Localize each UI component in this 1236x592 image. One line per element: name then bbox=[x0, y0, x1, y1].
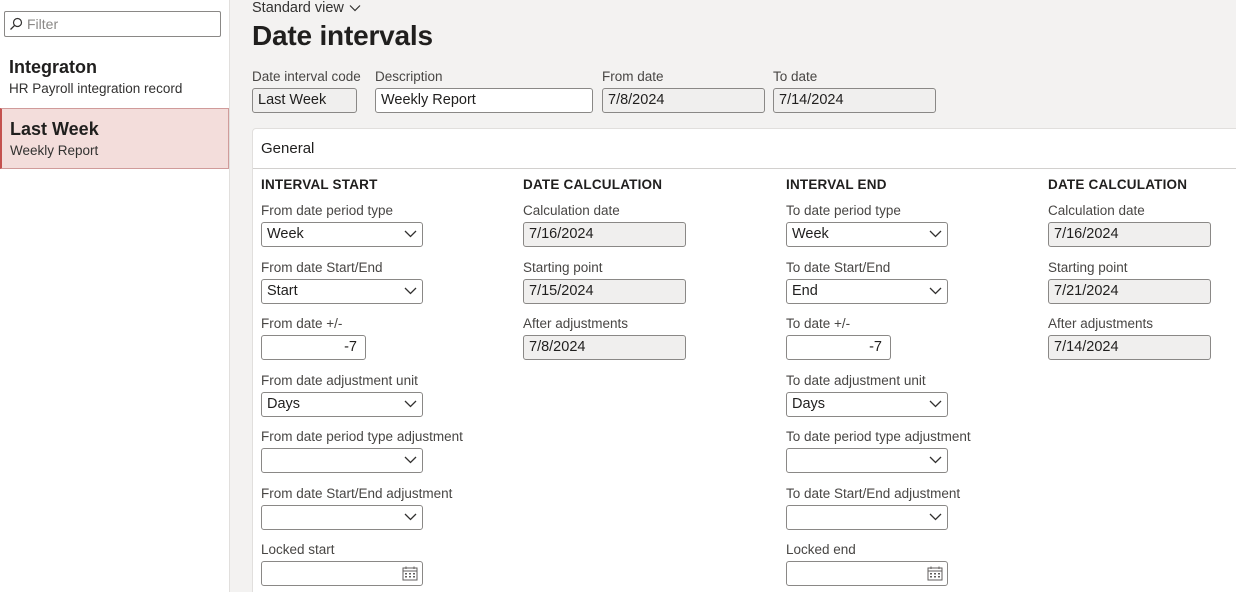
from-start-end-value: Start bbox=[267, 283, 298, 299]
to-start-end-adj-label: To date Start/End adjustment bbox=[786, 486, 961, 501]
view-selector[interactable]: Standard view bbox=[252, 0, 361, 16]
from-period-type-adj-select[interactable] bbox=[261, 448, 423, 473]
after-adj-end-label: After adjustments bbox=[1048, 316, 1154, 331]
to-adj-unit-label: To date adjustment unit bbox=[786, 373, 926, 388]
calc-date-end-label: Calculation date bbox=[1048, 203, 1145, 218]
to-date-label: To date bbox=[773, 69, 818, 84]
from-period-type-label: From date period type bbox=[261, 203, 394, 218]
general-header[interactable]: General bbox=[253, 129, 1236, 169]
record-list-item-selected[interactable]: Last Week Weekly Report bbox=[0, 108, 229, 169]
calendar-icon[interactable] bbox=[402, 566, 418, 581]
chevron-down-icon bbox=[404, 456, 417, 464]
to-period-type-label: To date period type bbox=[786, 203, 901, 218]
starting-point-start-field[interactable]: 7/15/2024 bbox=[523, 279, 686, 304]
description-label: Description bbox=[375, 69, 443, 84]
date-calc-end-heading: DATE CALCULATION bbox=[1048, 177, 1188, 192]
to-period-type-adj-label: To date period type adjustment bbox=[786, 429, 971, 444]
from-start-end-label: From date Start/End bbox=[261, 260, 383, 275]
chevron-down-icon bbox=[929, 287, 942, 295]
filter-box[interactable] bbox=[4, 11, 221, 37]
search-icon bbox=[10, 17, 23, 30]
chevron-down-icon bbox=[929, 456, 942, 464]
calendar-icon[interactable] bbox=[927, 566, 943, 581]
chevron-down-icon bbox=[404, 400, 417, 408]
calc-date-end-field[interactable]: 7/16/2024 bbox=[1048, 222, 1211, 247]
page-title: Date intervals bbox=[252, 20, 433, 51]
record-subtitle: HR Payroll integration record bbox=[9, 81, 183, 96]
chevron-down-icon bbox=[404, 287, 417, 295]
chevron-down-icon bbox=[929, 513, 942, 521]
locked-end-date-input[interactable] bbox=[786, 561, 948, 586]
to-start-end-value: End bbox=[792, 283, 818, 299]
to-start-end-label: To date Start/End bbox=[786, 260, 891, 275]
from-adj-unit-label: From date adjustment unit bbox=[261, 373, 418, 388]
record-title: Last Week bbox=[10, 119, 99, 139]
details-pane: Standard view Date intervals Date interv… bbox=[231, 0, 1236, 592]
from-date-field[interactable]: 7/8/2024 bbox=[602, 88, 765, 113]
record-list-item[interactable]: Integraton HR Payroll integration record bbox=[0, 47, 229, 108]
from-plus-minus-label: From date +/- bbox=[261, 316, 343, 331]
filter-input[interactable] bbox=[27, 15, 217, 33]
to-adj-unit-select[interactable]: Days bbox=[786, 392, 948, 417]
calc-date-start-field[interactable]: 7/16/2024 bbox=[523, 222, 686, 247]
to-plus-minus-input[interactable]: -7 bbox=[786, 335, 891, 360]
after-adj-start-field[interactable]: 7/8/2024 bbox=[523, 335, 686, 360]
to-start-end-select[interactable]: End bbox=[786, 279, 948, 304]
description-field[interactable]: Weekly Report bbox=[375, 88, 593, 113]
chevron-down-icon bbox=[929, 400, 942, 408]
to-plus-minus-label: To date +/- bbox=[786, 316, 851, 331]
interval-start-heading: INTERVAL START bbox=[261, 177, 378, 192]
to-adj-unit-value: Days bbox=[792, 396, 826, 412]
to-period-type-adj-select[interactable] bbox=[786, 448, 948, 473]
from-adj-unit-select[interactable]: Days bbox=[261, 392, 423, 417]
record-subtitle: Weekly Report bbox=[10, 143, 99, 158]
from-date-label: From date bbox=[602, 69, 664, 84]
after-adj-start-label: After adjustments bbox=[523, 316, 629, 331]
locked-start-label: Locked start bbox=[261, 542, 335, 557]
date-calc-start-heading: DATE CALCULATION bbox=[523, 177, 663, 192]
from-start-end-adj-label: From date Start/End adjustment bbox=[261, 486, 453, 501]
general-title: General bbox=[261, 140, 315, 157]
to-date-field[interactable]: 7/14/2024 bbox=[773, 88, 936, 113]
from-period-type-adj-label: From date period type adjustment bbox=[261, 429, 463, 444]
from-period-type-value: Week bbox=[267, 226, 304, 242]
to-start-end-adj-select[interactable] bbox=[786, 505, 948, 530]
chevron-down-icon bbox=[404, 513, 417, 521]
to-period-type-select[interactable]: Week bbox=[786, 222, 948, 247]
view-label: Standard view bbox=[252, 0, 344, 16]
to-period-type-value: Week bbox=[792, 226, 829, 242]
locked-start-date-input[interactable] bbox=[261, 561, 423, 586]
record-list-pane: Integraton HR Payroll integration record… bbox=[0, 0, 230, 592]
code-field[interactable]: Last Week bbox=[252, 88, 357, 113]
calc-date-start-label: Calculation date bbox=[523, 203, 620, 218]
from-adj-unit-value: Days bbox=[267, 396, 301, 412]
chevron-down-icon bbox=[929, 230, 942, 238]
code-label: Date interval code bbox=[252, 69, 361, 84]
starting-point-end-field[interactable]: 7/21/2024 bbox=[1048, 279, 1211, 304]
starting-point-start-label: Starting point bbox=[523, 260, 603, 275]
record-title: Integraton bbox=[9, 57, 97, 77]
from-period-type-select[interactable]: Week bbox=[261, 222, 423, 247]
from-plus-minus-input[interactable]: -7 bbox=[261, 335, 366, 360]
from-start-end-adj-select[interactable] bbox=[261, 505, 423, 530]
interval-end-heading: INTERVAL END bbox=[786, 177, 887, 192]
general-fasttab: General INTERVAL START From date period … bbox=[252, 128, 1236, 592]
chevron-down-icon bbox=[404, 230, 417, 238]
starting-point-end-label: Starting point bbox=[1048, 260, 1128, 275]
after-adj-end-field[interactable]: 7/14/2024 bbox=[1048, 335, 1211, 360]
locked-end-label: Locked end bbox=[786, 542, 856, 557]
chevron-down-icon bbox=[349, 5, 361, 12]
from-start-end-select[interactable]: Start bbox=[261, 279, 423, 304]
